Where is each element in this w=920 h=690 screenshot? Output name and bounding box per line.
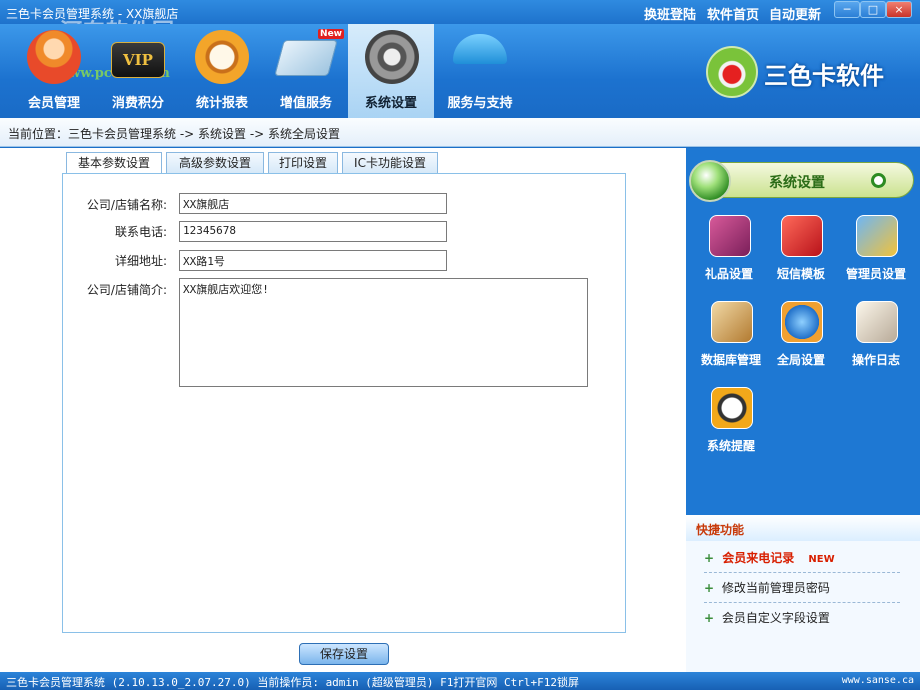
sidebar-title: 系统设置 [769,175,825,191]
sidebar-item-global-settings[interactable]: 全局设置 [766,301,836,383]
sidebar-item-database-management[interactable]: 数据库管理 [696,301,766,383]
money-cards-icon [274,40,338,76]
company-name-input[interactable]: XX旗舰店 [179,193,447,214]
new-badge: NEW [808,554,835,565]
sidebar-header: 系统设置 [689,160,914,202]
basic-params-panel: 公司/店铺名称: XX旗舰店 联系电话: 12345678 详细地址: XX路1… [62,173,626,633]
log-book-icon [856,301,898,343]
minimize-button[interactable]: ─ [834,1,860,18]
nav-statistics-report[interactable]: 统计报表 [178,24,266,118]
title-bar: 三色卡会员管理系统 - XX旗舰店 河东软件园 换班登陆 软件首页 自动更新 ─… [0,0,920,45]
new-badge: New [318,29,344,39]
shift-login-link[interactable]: 换班登陆 [644,4,696,23]
quick-functions-title: 快捷功能 [686,515,920,541]
right-sidebar: 系统设置 礼品设置 短信模板 管理员设置 数据库管理 全局设置 操作日志 系统提… [686,148,920,672]
phone-input[interactable]: 12345678 [179,221,447,242]
breadcrumb: 当前位置：三色卡会员管理系统 -> 系统设置 -> 系统全局设置 [0,118,920,147]
brand-logo-area: 三色卡软件 [706,46,906,98]
status-bar: 三色卡会员管理系统 (2.10.13.0_2.07.27.0) 当前操作员: a… [0,672,920,690]
maximize-button[interactable]: □ [860,1,886,18]
company-name-label: 公司/店铺名称: [86,198,167,212]
gear-icon [365,30,419,84]
tab-basic-params[interactable]: 基本参数设置 [66,152,162,175]
brand-name: 三色卡软件 [764,62,884,90]
close-button[interactable]: × [886,1,912,18]
members-icon [27,30,81,84]
nav-label: 统计报表 [195,96,248,111]
sms-template-icon [781,215,823,257]
sidebar-item-label: 礼品设置 [704,267,753,281]
plus-icon: + [704,581,715,595]
intro-label: 公司/店铺简介: [86,283,167,297]
alarm-clock-icon [711,387,753,429]
intro-textarea[interactable]: XX旗舰店欢迎您! [179,278,588,387]
green-orb-icon [689,160,731,202]
nav-system-settings[interactable]: 系统设置 [348,24,434,118]
sidebar-item-label: 短信模板 [776,267,825,281]
globe-icon [781,301,823,343]
admin-key-icon [856,215,898,257]
tab-ic-card-settings[interactable]: IC卡功能设置 [342,152,438,174]
main-toolbar: www.pc0359.cn 会员管理 VIP 消费积分 统计报表 New 增值服… [0,24,920,118]
nav-value-added-service[interactable]: New 增值服务 [262,24,350,118]
vip-card-icon: VIP [111,42,165,78]
website-link[interactable]: www.sanse.ca [842,675,914,686]
nav-label: 系统设置 [364,96,417,111]
sidebar-item-label: 管理员设置 [845,267,906,281]
clock-chart-icon [195,30,249,84]
status-text: 三色卡会员管理系统 (2.10.13.0_2.07.27.0) 当前操作员: a… [6,676,580,689]
nav-member-management[interactable]: 会员管理 [10,24,98,118]
quick-functions-panel: 快捷功能 + 会员来电记录 NEW + 修改当前管理员密码 + 会员自定义字段设… [686,515,920,672]
nav-label: 服务与支持 [447,96,513,111]
nav-service-support[interactable]: 服务与支持 [436,24,524,118]
tricolor-logo-icon [706,46,758,98]
tab-advanced-params[interactable]: 高级参数设置 [166,152,264,174]
quick-item-custom-fields[interactable]: + 会员自定义字段设置 [704,603,900,633]
sidebar-item-admin-settings[interactable]: 管理员设置 [836,215,916,297]
umbrella-icon [453,34,507,64]
plus-icon: + [704,611,715,625]
phone-label: 联系电话: [114,225,167,239]
quick-item-change-password[interactable]: + 修改当前管理员密码 [704,573,900,603]
database-icon [711,301,753,343]
nav-consumption-points[interactable]: VIP 消费积分 [94,24,182,118]
address-input[interactable]: XX路1号 [179,250,447,271]
auto-update-link[interactable]: 自动更新 [769,4,821,23]
address-label: 详细地址: [114,254,167,268]
sidebar-item-label: 数据库管理 [700,353,761,367]
sidebar-item-label: 操作日志 [851,353,900,367]
software-home-link[interactable]: 软件首页 [707,4,759,23]
sidebar-item-label: 全局设置 [776,353,825,367]
sidebar-item-gift-settings[interactable]: 礼品设置 [694,215,764,297]
main-content: 基本参数设置 高级参数设置 打印设置 IC卡功能设置 公司/店铺名称: XX旗舰… [0,148,686,672]
sidebar-item-system-reminder[interactable]: 系统提醒 [696,387,766,469]
sidebar-item-sms-template[interactable]: 短信模板 [766,215,836,297]
quick-item-label: 修改当前管理员密码 [721,581,830,595]
quick-item-label: 会员来电记录 [722,551,795,565]
sidebar-item-operation-log[interactable]: 操作日志 [836,301,916,383]
save-settings-button[interactable]: 保存设置 [299,643,389,665]
sidebar-item-label: 系统提醒 [706,439,755,453]
nav-label: 消费积分 [111,96,164,111]
tab-print-settings[interactable]: 打印设置 [268,152,338,174]
nav-label: 会员管理 [27,96,80,111]
quick-item-member-call-log[interactable]: + 会员来电记录 NEW [704,543,900,573]
plus-icon: + [704,551,715,565]
gift-icon [709,215,751,257]
nav-label: 增值服务 [279,96,332,111]
quick-item-label: 会员自定义字段设置 [721,611,830,625]
ring-icon [871,173,886,188]
